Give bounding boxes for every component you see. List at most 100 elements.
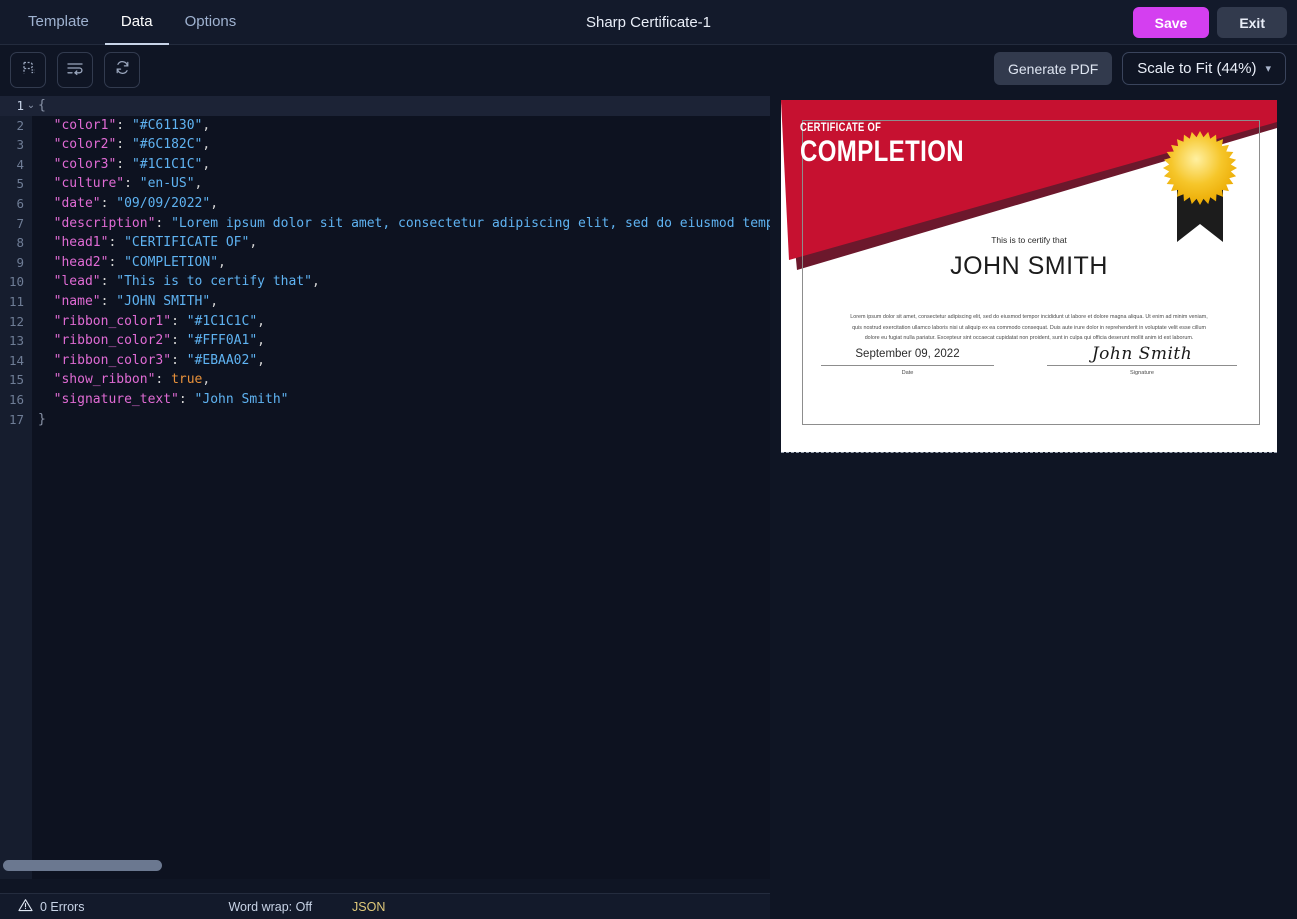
- tab-options[interactable]: Options: [169, 0, 253, 45]
- scale-to-fit-label: Scale to Fit (44%): [1137, 60, 1257, 77]
- code-line-text: "color3": "#1C1C1C",: [38, 156, 211, 172]
- status-language-label: JSON: [352, 899, 386, 914]
- word-wrap-button[interactable]: [57, 52, 93, 88]
- line-number: 7: [16, 215, 24, 231]
- line-number: 10: [8, 274, 24, 290]
- code-line-text: "culture": "en-US",: [38, 176, 203, 192]
- code-line-text: "color1": "#C61130",: [38, 117, 211, 133]
- line-number: 6: [16, 195, 24, 211]
- certificate-description: Lorem ipsum dolor sit amet, consectetur …: [850, 314, 1208, 342]
- editor-toolbar: Generate PDF Scale to Fit (44%) ▾: [0, 46, 1297, 94]
- line-number: 1: [16, 98, 24, 113]
- code-line-text: "name": "JOHN SMITH",: [38, 293, 219, 309]
- line-number: 13: [8, 333, 24, 349]
- warning-triangle-icon: [18, 898, 33, 915]
- code-line-text: "signature_text": "John Smith": [38, 391, 289, 407]
- exit-button[interactable]: Exit: [1217, 7, 1287, 38]
- word-wrap-icon: [66, 60, 84, 81]
- code-line-text: }: [38, 411, 46, 427]
- certificate-signature-block: John Smith Signature: [1047, 344, 1237, 376]
- tab-options-label: Options: [184, 13, 237, 30]
- certificate-date-label: Date: [901, 370, 914, 376]
- certificate-date-block: September 09, 2022 Date: [821, 348, 994, 376]
- app-header: Template Data Options Sharp Certificate-…: [0, 0, 1297, 45]
- line-number: 16: [8, 391, 24, 407]
- line-number: 3: [16, 137, 24, 153]
- certificate-head2: COMPLETION: [800, 135, 964, 168]
- status-word-wrap-label: Word wrap: Off: [228, 899, 313, 914]
- code-line[interactable]: 3 "color2": "#6C182C",: [0, 135, 770, 155]
- line-number: 8: [16, 235, 24, 251]
- line-number: 14: [8, 352, 24, 368]
- gold-seal-ribbon-icon: [1163, 131, 1237, 242]
- tab-template[interactable]: Template: [12, 0, 105, 45]
- code-line[interactable]: 16 "signature_text": "John Smith": [0, 390, 770, 410]
- code-line-text: "date": "09/09/2022",: [38, 195, 219, 211]
- code-line-text: "show_ribbon": true,: [38, 372, 211, 388]
- status-errors-label: 0 Errors: [40, 899, 85, 914]
- tab-data-label: Data: [120, 13, 153, 30]
- toolbar-right-group: Generate PDF Scale to Fit (44%) ▾: [993, 52, 1286, 85]
- code-line[interactable]: 12 "ribbon_color1": "#1C1C1C",: [0, 312, 770, 332]
- line-number: 5: [16, 176, 24, 192]
- refresh-icon: [114, 59, 131, 81]
- code-line[interactable]: 15 "show_ribbon": true,: [0, 370, 770, 390]
- code-line[interactable]: 4 "color3": "#1C1C1C",: [0, 155, 770, 175]
- certificate-date-value: September 09, 2022: [855, 348, 960, 360]
- code-line[interactable]: 7 "description": "Lorem ipsum dolor sit …: [0, 214, 770, 234]
- certificate-signature-label: Signature: [1130, 370, 1154, 376]
- code-line[interactable]: 11 "name": "JOHN SMITH",: [0, 292, 770, 312]
- certificate-signature-value: John Smith: [1091, 344, 1193, 364]
- certificate-head1: CERTIFICATE OF: [800, 120, 882, 134]
- code-line[interactable]: 8 "head1": "CERTIFICATE OF",: [0, 233, 770, 253]
- code-line[interactable]: 13 "ribbon_color2": "#FFF0A1",: [0, 331, 770, 351]
- tab-template-label: Template: [28, 13, 89, 30]
- line-number: 12: [8, 313, 24, 329]
- code-line[interactable]: 6 "date": "09/09/2022",: [0, 194, 770, 214]
- header-actions: Save Exit: [1132, 7, 1287, 38]
- code-line-text: "head2": "COMPLETION",: [38, 254, 226, 270]
- code-line[interactable]: 14 "ribbon_color3": "#EBAA02",: [0, 351, 770, 371]
- refresh-button[interactable]: [104, 52, 140, 88]
- tab-bar: Template Data Options: [12, 0, 252, 45]
- status-errors[interactable]: 0 Errors: [18, 898, 84, 915]
- json-code-editor[interactable]: 1 ⌄{2 "color1": "#C61130", 3 "color2": "#6…: [0, 96, 770, 879]
- code-line-text: "description": "Lorem ipsum dolor sit am…: [38, 215, 770, 231]
- date-rule: [821, 365, 994, 366]
- code-line-text: {: [38, 98, 46, 113]
- tab-data[interactable]: Data: [104, 0, 169, 45]
- certificate-name: JOHN SMITH: [950, 252, 1108, 280]
- code-line[interactable]: 2 "color1": "#C61130",: [0, 116, 770, 136]
- chevron-down-icon: ▾: [1265, 63, 1271, 75]
- scrollbar-thumb[interactable]: [3, 860, 162, 871]
- status-bar: 0 Errors Word wrap: Off JSON: [0, 893, 770, 919]
- code-line[interactable]: 5 "culture": "en-US",: [0, 174, 770, 194]
- generate-pdf-button[interactable]: Generate PDF: [993, 52, 1113, 85]
- code-line-text: "ribbon_color3": "#EBAA02",: [38, 352, 265, 368]
- line-number: 11: [8, 293, 24, 309]
- scale-to-fit-select[interactable]: Scale to Fit (44%) ▾: [1122, 52, 1286, 85]
- code-line[interactable]: 10 "lead": "This is to certify that",: [0, 272, 770, 292]
- fold-chevron-icon[interactable]: ⌄: [25, 96, 37, 116]
- code-line[interactable]: 1 ⌄{: [0, 96, 770, 116]
- signature-rule: [1047, 365, 1237, 366]
- line-number: 4: [16, 156, 24, 172]
- code-lines[interactable]: 1 ⌄{2 "color1": "#C61130", 3 "color2": "#6…: [0, 96, 770, 429]
- line-number: 17: [8, 411, 24, 427]
- code-line-text: "head1": "CERTIFICATE OF",: [38, 235, 258, 251]
- code-line[interactable]: 9 "head2": "COMPLETION",: [0, 253, 770, 273]
- line-number: 9: [16, 254, 24, 270]
- code-line[interactable]: 17}: [0, 410, 770, 430]
- code-line-text: "ribbon_color1": "#1C1C1C",: [38, 313, 265, 329]
- certificate-page: CERTIFICATE OF COMPLETION This is to cer…: [781, 100, 1277, 452]
- status-word-wrap[interactable]: Word wrap: Off: [228, 900, 312, 914]
- code-line-text: "lead": "This is to certify that",: [38, 274, 320, 290]
- line-number: 2: [16, 117, 24, 133]
- editor-horizontal-scrollbar[interactable]: [0, 860, 770, 871]
- save-button[interactable]: Save: [1132, 7, 1210, 38]
- status-language[interactable]: JSON: [352, 900, 385, 914]
- document-preview-pane[interactable]: CERTIFICATE OF COMPLETION This is to cer…: [770, 96, 1297, 919]
- line-number: 15: [8, 372, 24, 388]
- toolbar-icon-group: [10, 52, 140, 88]
- format-json-button[interactable]: [10, 52, 46, 88]
